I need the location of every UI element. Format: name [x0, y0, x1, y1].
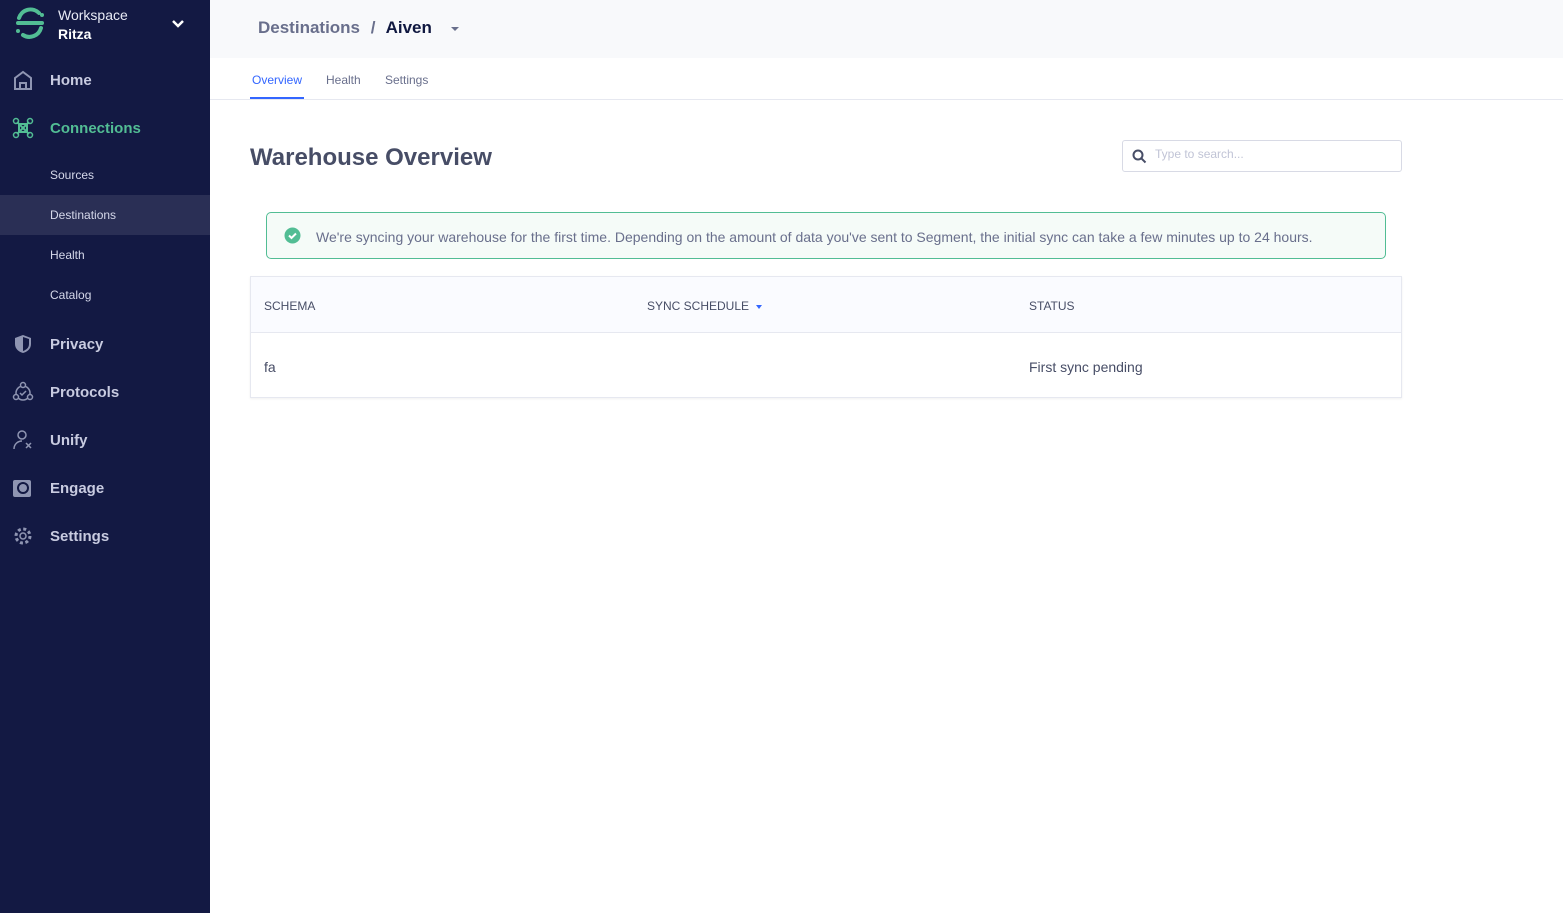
tab-health[interactable]: Health: [326, 73, 361, 87]
tab-overview[interactable]: Overview: [249, 73, 305, 99]
chevron-down-icon[interactable]: [170, 16, 186, 32]
sidebar-item-sources[interactable]: Sources: [0, 155, 210, 195]
check-circle-icon: [284, 227, 301, 244]
connections-icon: [12, 117, 34, 139]
sidebar-item-home[interactable]: Home: [0, 60, 210, 100]
search-icon: [1132, 149, 1147, 164]
sidebar-item-label: Home: [50, 71, 92, 89]
sidebar: Workspace Ritza Home Connections Sources…: [0, 0, 210, 913]
page-title: Warehouse Overview: [250, 144, 492, 171]
tabs: Overview Health Settings: [210, 58, 1563, 100]
sidebar-item-catalog[interactable]: Catalog: [0, 275, 210, 315]
search-box[interactable]: [1122, 140, 1402, 172]
sidebar-item-label: Settings: [50, 527, 110, 545]
workspace-label: Workspace: [58, 7, 128, 23]
caret-down-icon: [756, 304, 763, 309]
workspace-switcher[interactable]: Workspace Ritza: [0, 0, 210, 50]
schema-table: SCHEMA SYNC SCHEDULE STATUS fa First syn…: [250, 276, 1402, 398]
sidebar-item-privacy[interactable]: Privacy: [0, 324, 210, 364]
table-header: SCHEMA SYNC SCHEDULE STATUS: [251, 277, 1401, 333]
protocols-icon: [12, 381, 34, 401]
sidebar-item-destinations[interactable]: Destinations: [0, 195, 210, 235]
sync-alert: We're syncing your warehouse for the fir…: [266, 212, 1386, 259]
header: Destinations / Aiven: [210, 0, 1563, 58]
breadcrumb-separator: /: [370, 18, 376, 37]
unify-icon: [13, 430, 32, 450]
header-sync-schedule[interactable]: SYNC SCHEDULE: [647, 299, 763, 313]
cell-schema: fa: [264, 359, 276, 375]
sidebar-item-health[interactable]: Health: [0, 235, 210, 275]
search-input[interactable]: [1155, 147, 1385, 161]
sidebar-item-engage[interactable]: Engage: [0, 468, 210, 508]
header-schema: SCHEMA: [264, 299, 316, 313]
segment-logo: [16, 7, 44, 39]
breadcrumb: Destinations / Aiven: [258, 18, 459, 38]
breadcrumb-current: Aiven: [385, 18, 432, 37]
workspace-name: Ritza: [58, 26, 92, 42]
sidebar-item-label: Engage: [50, 479, 105, 497]
sidebar-item-protocols[interactable]: Protocols: [0, 372, 210, 412]
cell-status: First sync pending: [1029, 359, 1143, 375]
sidebar-item-label: Protocols: [50, 383, 120, 401]
caret-down-icon[interactable]: [450, 26, 459, 31]
sidebar-item-label: Connections: [50, 119, 141, 137]
alert-message: We're syncing your warehouse for the fir…: [316, 229, 1313, 245]
shield-icon: [15, 335, 31, 353]
sidebar-item-connections[interactable]: Connections: [0, 108, 210, 148]
header-status: STATUS: [1029, 299, 1075, 313]
sidebar-item-label: Unify: [50, 431, 88, 449]
header-label: SYNC SCHEDULE: [647, 299, 750, 313]
breadcrumb-parent[interactable]: Destinations: [258, 18, 360, 37]
home-icon: [14, 70, 32, 90]
gear-icon: [14, 527, 32, 545]
tab-settings[interactable]: Settings: [385, 73, 428, 87]
engage-icon: [13, 480, 31, 497]
sidebar-item-settings[interactable]: Settings: [0, 516, 210, 556]
sidebar-item-label: Privacy: [50, 335, 104, 353]
sidebar-item-unify[interactable]: Unify: [0, 420, 210, 460]
